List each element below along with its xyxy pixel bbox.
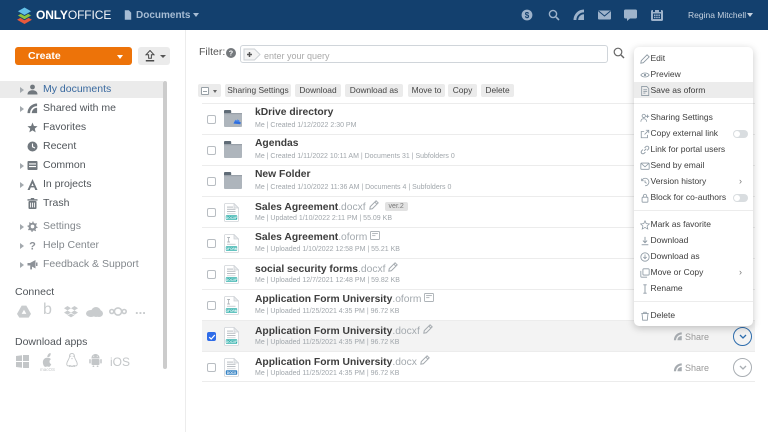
svg-text:OFORM: OFORM xyxy=(226,309,238,313)
svg-text:OFORM: OFORM xyxy=(226,247,238,251)
svg-text:DOCXF: DOCXF xyxy=(226,278,237,282)
svg-text:?: ? xyxy=(29,241,36,252)
svg-text:DOCX: DOCX xyxy=(227,371,237,375)
svg-text:?: ? xyxy=(229,48,233,57)
svg-text:DOCXF: DOCXF xyxy=(226,340,237,344)
svg-text:DOCXF: DOCXF xyxy=(226,216,237,220)
svg-text:$: $ xyxy=(525,11,530,20)
